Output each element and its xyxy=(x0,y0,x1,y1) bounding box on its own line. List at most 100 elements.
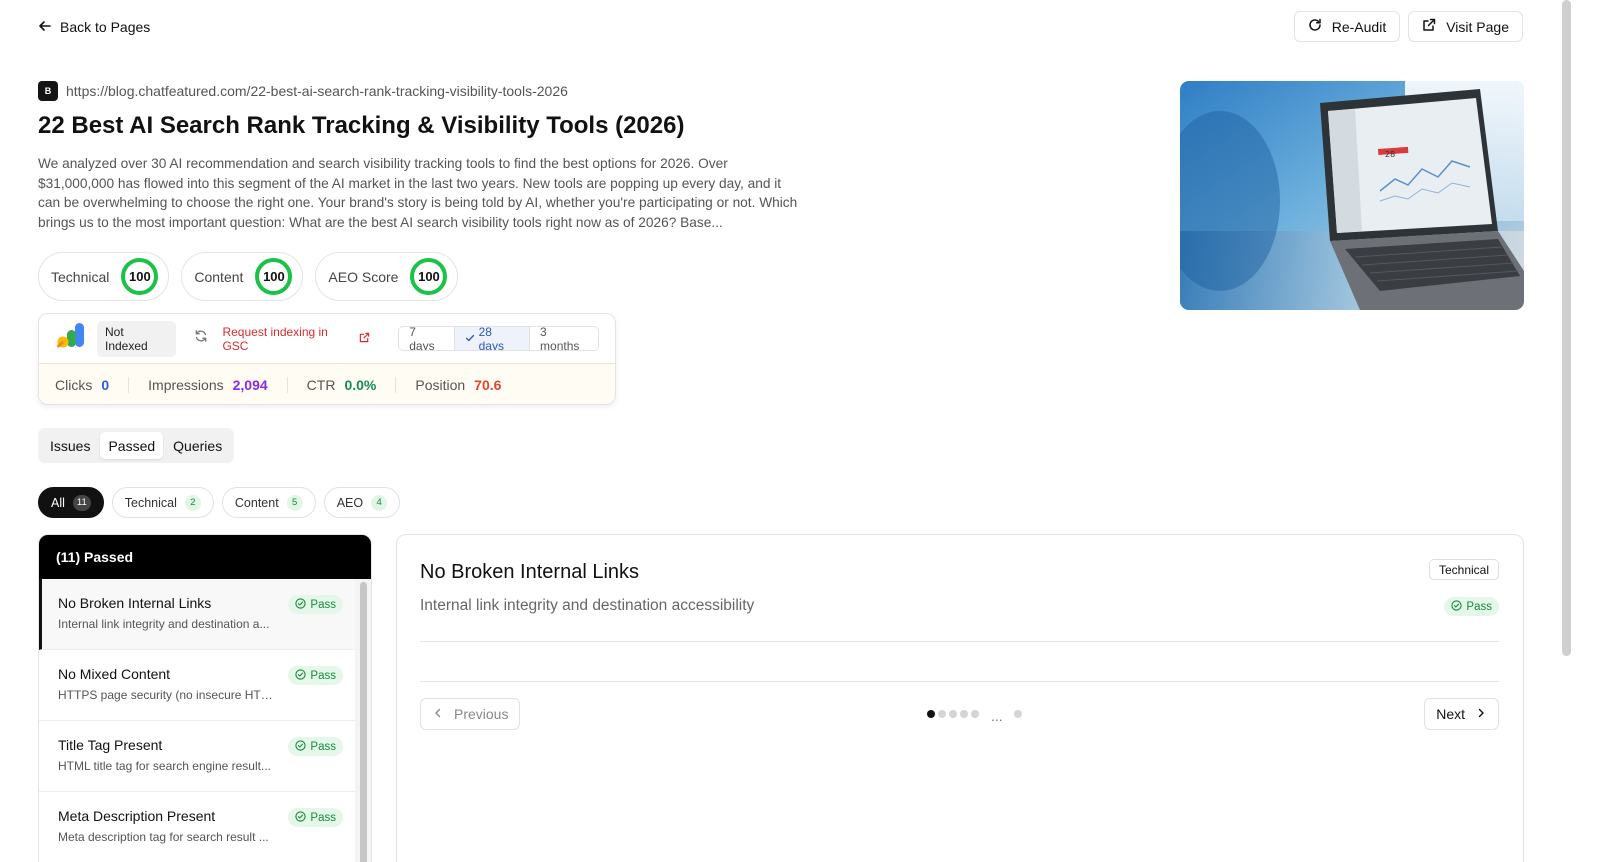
site-favicon: B xyxy=(38,81,58,101)
score-label: Content xyxy=(194,268,244,285)
page-url-row: B https://blog.chatfeatured.com/22-best-… xyxy=(38,81,568,101)
page-dot[interactable] xyxy=(1013,710,1022,718)
request-indexing-label: Request indexing in GSC xyxy=(222,324,328,353)
filter-label: Content xyxy=(234,495,279,510)
gsc-logo-icon xyxy=(55,321,87,356)
metric-clicks: Clicks 0 xyxy=(55,376,130,393)
metric-value: 0.0% xyxy=(344,376,377,393)
score-label: Technical xyxy=(51,268,110,285)
passed-checks-list: (11) Passed No Broken Internal Links Int… xyxy=(38,534,372,862)
filter-content[interactable]: Content 5 xyxy=(221,487,316,518)
page-dot[interactable] xyxy=(927,710,935,718)
range-3-months[interactable]: 3 months xyxy=(530,327,598,350)
gsc-metrics: Clicks 0 Impressions 2,094 CTR 0.0% Posi… xyxy=(39,364,615,404)
external-link-icon xyxy=(359,332,370,346)
score-content: Content 100 xyxy=(181,252,304,301)
top-actions: Re-Audit Visit Page xyxy=(1293,11,1523,42)
filter-count: 2 xyxy=(184,494,201,511)
score-ring: 100 xyxy=(410,258,448,295)
divider xyxy=(420,681,1499,682)
filter-count: 4 xyxy=(371,494,388,511)
pass-badge: Pass xyxy=(288,666,343,685)
chevron-right-icon xyxy=(1475,706,1487,722)
next-label: Next xyxy=(1436,706,1465,722)
date-range-selector: 7 days 28 days 3 months xyxy=(398,326,599,351)
metric-value: 0 xyxy=(101,376,110,393)
passed-items: No Broken Internal Links Internal link i… xyxy=(39,579,357,862)
score-ring: 100 xyxy=(255,258,293,295)
visit-page-button[interactable]: Visit Page xyxy=(1408,11,1523,42)
check-description: HTTPS page security (no insecure HTT... xyxy=(58,688,276,702)
filter-label: All xyxy=(51,495,65,510)
pass-label: Pass xyxy=(310,740,336,753)
metric-ctr: CTR 0.0% xyxy=(307,376,397,393)
request-indexing-link[interactable]: Request indexing in GSC xyxy=(222,325,370,353)
check-icon xyxy=(465,332,475,346)
range-label: 7 days xyxy=(409,326,435,351)
tab-queries[interactable]: Queries xyxy=(165,432,230,459)
filter-count: 11 xyxy=(72,494,91,511)
list-item[interactable]: No Broken Internal Links Internal link i… xyxy=(39,579,357,650)
divider xyxy=(420,641,1499,642)
page-dot[interactable] xyxy=(971,710,979,718)
metric-position: Position 70.6 xyxy=(415,377,520,393)
pass-label: Pass xyxy=(310,598,336,611)
search-console-card: Not Indexed Request indexing in GSC 7 da… xyxy=(38,313,616,405)
svg-text:28: 28 xyxy=(1385,150,1395,159)
score-ring: 100 xyxy=(121,258,159,295)
page-dot[interactable] xyxy=(960,710,968,718)
check-circle-icon xyxy=(295,810,307,825)
metric-label: Impressions xyxy=(148,376,224,393)
filter-aeo[interactable]: AEO 4 xyxy=(323,487,401,518)
range-label: 28 days xyxy=(478,326,504,351)
index-status-badge: Not Indexed xyxy=(97,320,177,357)
check-circle-icon xyxy=(295,739,307,754)
list-item[interactable]: Meta Description Present Meta descriptio… xyxy=(39,792,357,862)
gsc-toolbar: Not Indexed Request indexing in GSC 7 da… xyxy=(39,314,615,364)
score-technical: Technical 100 xyxy=(38,252,170,301)
page-scrollbar-thumb[interactable] xyxy=(1562,0,1571,656)
detail-pass-badge: Pass xyxy=(1444,597,1499,616)
check-circle-icon xyxy=(295,668,307,683)
filter-count: 5 xyxy=(286,494,303,511)
pass-badge: Pass xyxy=(288,595,343,614)
tab-issues[interactable]: Issues xyxy=(42,432,98,459)
tab-passed[interactable]: Passed xyxy=(100,432,164,459)
metric-label: Clicks xyxy=(55,376,93,393)
page-dot[interactable] xyxy=(949,710,957,718)
category-filters: All 11 Technical 2 Content 5 AEO 4 xyxy=(38,487,401,518)
detail-subtitle: Internal link integrity and destination … xyxy=(420,597,755,614)
list-item[interactable]: Title Tag Present HTML title tag for sea… xyxy=(39,721,357,792)
metric-value: 2,094 xyxy=(232,376,268,393)
filter-label: AEO xyxy=(336,495,364,510)
pagination-ellipsis: ... xyxy=(991,708,1003,724)
range-28-days[interactable]: 28 days xyxy=(454,326,531,351)
check-circle-icon xyxy=(295,597,307,612)
list-item[interactable]: No Mixed Content HTTPS page security (no… xyxy=(39,650,357,721)
chevron-left-icon xyxy=(432,706,444,722)
metric-label: Position xyxy=(415,376,466,393)
check-detail-panel: No Broken Internal Links Internal link i… xyxy=(396,534,1524,862)
previous-button[interactable]: Previous xyxy=(420,698,521,730)
re-audit-button[interactable]: Re-Audit xyxy=(1293,11,1401,42)
next-button[interactable]: Next xyxy=(1424,698,1499,730)
back-to-pages-link[interactable]: Back to Pages xyxy=(38,16,150,38)
category-tag: Technical xyxy=(1428,559,1499,580)
page-title: 22 Best AI Search Rank Tracking & Visibi… xyxy=(38,112,685,139)
page-dot[interactable] xyxy=(938,710,946,718)
passed-header: (11) Passed xyxy=(39,535,371,579)
score-pills: Technical 100 Content 100 AEO Score 100 xyxy=(38,252,459,301)
check-description: Meta description tag for search result .… xyxy=(58,830,269,844)
check-description: Internal link integrity and destination … xyxy=(58,617,270,631)
previous-label: Previous xyxy=(454,706,509,722)
filter-technical[interactable]: Technical 2 xyxy=(111,487,214,518)
list-scrollbar-thumb[interactable] xyxy=(360,582,367,862)
pass-badge: Pass xyxy=(288,737,343,756)
external-link-icon xyxy=(1422,18,1436,35)
score-label: AEO Score xyxy=(328,268,399,285)
filter-all[interactable]: All 11 xyxy=(38,487,104,518)
refresh-icon[interactable] xyxy=(184,329,208,348)
page-url: https://blog.chatfeatured.com/22-best-ai… xyxy=(66,83,568,99)
pass-label: Pass xyxy=(310,811,336,824)
range-7-days[interactable]: 7 days xyxy=(399,326,455,351)
